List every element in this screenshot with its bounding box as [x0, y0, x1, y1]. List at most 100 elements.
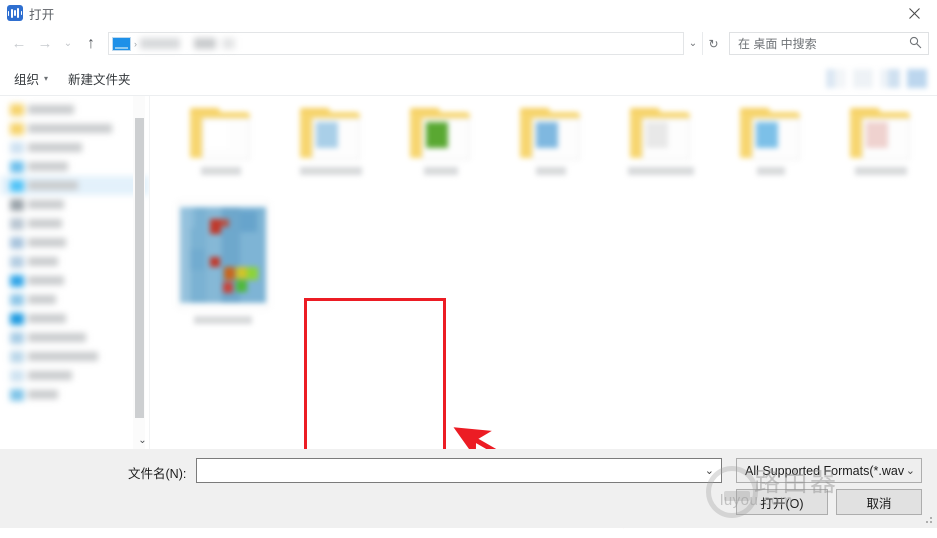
- close-icon[interactable]: [891, 0, 937, 26]
- image-preview: [179, 207, 266, 303]
- sidebar-item-icon: [10, 122, 24, 135]
- sidebar-item-icon: [10, 141, 24, 154]
- sidebar-item-icon: [10, 217, 24, 230]
- search-input[interactable]: 在 桌面 中搜索: [729, 32, 929, 55]
- sidebar-item-icon: [10, 160, 24, 173]
- sidebar-item-label: [28, 257, 58, 266]
- sidebar-item-icon: [10, 103, 24, 116]
- file-grid-item-4[interactable]: [606, 102, 716, 214]
- sidebar-item-label: [28, 105, 74, 114]
- view-mode-button-3[interactable]: [880, 69, 900, 88]
- file-item-caption: [757, 167, 785, 175]
- sidebar-item-icon: [10, 312, 24, 325]
- sidebar-item-icon: [10, 388, 24, 401]
- sidebar-item-icon: [10, 198, 24, 211]
- file-grid-item-3[interactable]: [496, 102, 606, 214]
- folder-icon: [410, 108, 472, 160]
- new-folder-button[interactable]: 新建文件夹: [58, 61, 141, 95]
- file-type-filter-dropdown[interactable]: All Supported Formats(*.wav ⌄: [736, 458, 922, 483]
- nav-right-controls: ⌄ ↻ 在 桌面 中搜索: [684, 32, 929, 55]
- path-dropdown-chevron-down-icon[interactable]: ⌄: [684, 32, 702, 55]
- file-item-caption: [300, 167, 362, 175]
- folder-icon: [520, 108, 582, 160]
- arrow-up-icon[interactable]: ↑: [78, 31, 104, 57]
- window-title: 打开: [29, 7, 55, 22]
- sidebar-item-10[interactable]: [0, 290, 149, 309]
- breadcrumb-path-segments[interactable]: [140, 38, 235, 49]
- organize-button[interactable]: 组织 ▾: [0, 61, 58, 95]
- sidebar-item-4[interactable]: [0, 176, 149, 195]
- breadcrumb-segment: [194, 38, 216, 49]
- sidebar-item-6[interactable]: [0, 214, 149, 233]
- file-grid-item-0[interactable]: [166, 102, 276, 214]
- sidebar-item-2[interactable]: [0, 138, 149, 157]
- sidebar-item-icon: [10, 255, 24, 268]
- folder-icon: [190, 108, 252, 160]
- navigation-sidebar[interactable]: ⌄: [0, 96, 150, 449]
- file-grid[interactable]: [166, 102, 937, 214]
- sidebar-item-icon: [10, 331, 24, 344]
- sidebar-item-14[interactable]: [0, 366, 149, 385]
- sidebar-item-0[interactable]: [0, 100, 149, 119]
- help-button[interactable]: [907, 69, 927, 88]
- file-grid-item-1[interactable]: [276, 102, 386, 214]
- breadcrumb-segment: [222, 38, 235, 49]
- sidebar-item-7[interactable]: [0, 233, 149, 252]
- audio-waveform-icon: [7, 5, 23, 21]
- sidebar-item-label: [28, 238, 66, 247]
- sidebar-item-5[interactable]: [0, 195, 149, 214]
- title-bar: 打开: [0, 0, 937, 26]
- search-glyph: [909, 36, 922, 48]
- sidebar-item-icon: [10, 293, 24, 306]
- open-button[interactable]: 打开(O): [736, 489, 828, 515]
- file-grid-item-2[interactable]: [386, 102, 496, 214]
- file-item-caption: [424, 167, 458, 175]
- chevron-down-icon: ▾: [44, 73, 49, 83]
- file-grid-item-5[interactable]: [716, 102, 826, 214]
- view-mode-button-2[interactable]: [853, 69, 873, 88]
- sidebar-item-11[interactable]: [0, 309, 149, 328]
- view-options-group[interactable]: [826, 69, 927, 88]
- file-item-caption: [855, 167, 907, 175]
- sidebar-item-label: [28, 200, 64, 209]
- sidebar-item-15[interactable]: [0, 385, 149, 404]
- arrow-right-icon[interactable]: →: [32, 31, 58, 57]
- navigation-bar: ← → ⌄ ↑ › ⌄ ↻ 在 桌面 中搜索: [0, 26, 937, 61]
- thumbnail-caption: [193, 316, 252, 324]
- sidebar-item-9[interactable]: [0, 271, 149, 290]
- arrow-left-icon[interactable]: ←: [6, 31, 32, 57]
- file-list-pane[interactable]: [150, 96, 937, 529]
- filename-input[interactable]: ⌄: [196, 458, 722, 483]
- scrollbar-thumb[interactable]: [135, 118, 144, 418]
- sidebar-item-3[interactable]: [0, 157, 149, 176]
- search-icon: [909, 36, 922, 52]
- dialog-body: ⌄: [0, 96, 937, 529]
- chevron-down-icon[interactable]: ⌄: [705, 464, 714, 477]
- cancel-button[interactable]: 取消: [836, 489, 922, 515]
- folder-icon: [300, 108, 362, 160]
- sidebar-item-1[interactable]: [0, 119, 149, 138]
- image-thumbnail-item[interactable]: [150, 201, 295, 366]
- file-grid-item-6[interactable]: [826, 102, 936, 214]
- sidebar-item-8[interactable]: [0, 252, 149, 271]
- breadcrumb-separator: ›: [134, 38, 137, 49]
- sidebar-item-13[interactable]: [0, 347, 149, 366]
- close-glyph: [908, 7, 920, 19]
- sidebar-scrollbar[interactable]: [133, 96, 145, 449]
- chevron-down-icon[interactable]: ⌄: [58, 31, 78, 57]
- breadcrumb[interactable]: ›: [108, 32, 684, 55]
- sidebar-item-icon: [10, 274, 24, 287]
- view-mode-button-1[interactable]: [826, 69, 846, 88]
- refresh-icon[interactable]: ↻: [702, 32, 724, 55]
- chevron-down-icon[interactable]: ⌄: [137, 433, 148, 447]
- sidebar-item-12[interactable]: [0, 328, 149, 347]
- sidebar-item-icon: [10, 179, 24, 192]
- command-bar: 组织 ▾ 新建文件夹: [0, 61, 937, 96]
- folder-tree[interactable]: [0, 96, 149, 404]
- file-item-caption: [201, 167, 241, 175]
- new-folder-label: 新建文件夹: [68, 72, 131, 87]
- resize-grip-icon[interactable]: [925, 516, 933, 524]
- sidebar-item-icon: [10, 369, 24, 382]
- search-placeholder: 在 桌面 中搜索: [738, 37, 817, 51]
- filename-label: 文件名(N):: [128, 467, 187, 481]
